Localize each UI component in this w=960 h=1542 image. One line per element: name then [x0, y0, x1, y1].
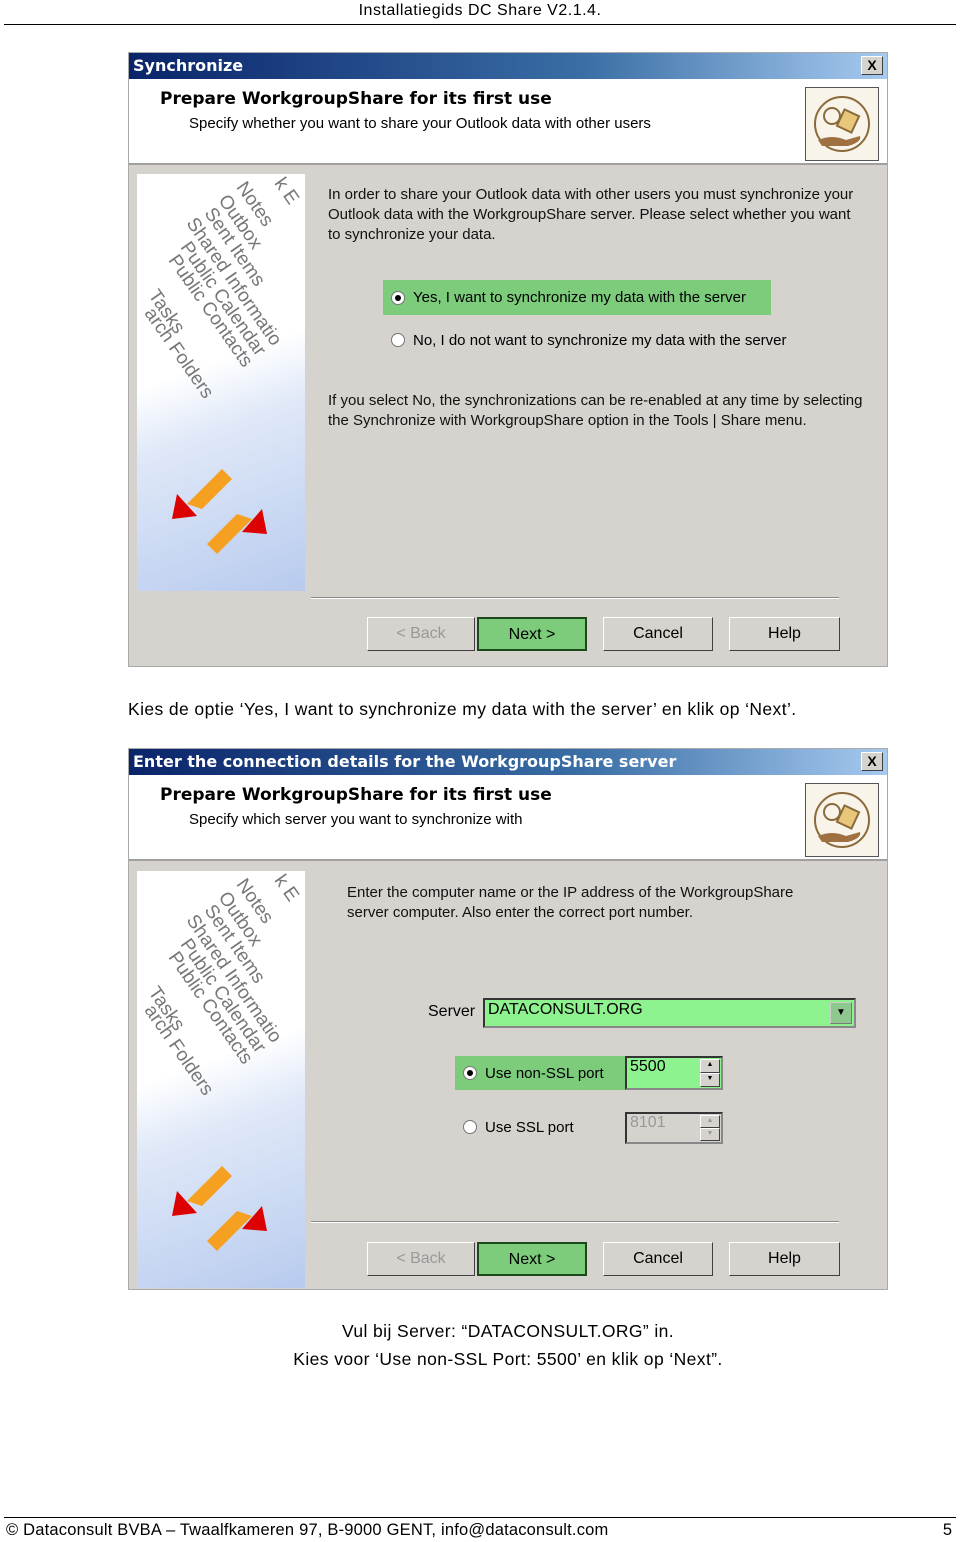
workgroupshare-logo-icon: [805, 87, 879, 161]
close-button[interactable]: X: [861, 752, 883, 771]
wizard-subheading: Specify whether you want to share your O…: [189, 115, 651, 132]
cancel-button[interactable]: Cancel: [603, 617, 713, 651]
server-label: Server: [428, 1003, 476, 1020]
radio-label: Use SSL port: [485, 1118, 574, 1136]
spin-up-icon[interactable]: ▲: [700, 1059, 720, 1073]
connection-details-dialog: Enter the connection details for the Wor…: [128, 748, 888, 1290]
sync-arrows-icon: [167, 454, 277, 569]
radio-label: Use non-SSL port: [485, 1064, 604, 1082]
document-header: Installatiegids DC Share V2.1.4.: [358, 2, 602, 19]
ssl-port-spinner[interactable]: 8101 ▲ ▼: [625, 1112, 723, 1144]
radio-button-selected[interactable]: [391, 290, 405, 305]
page-number: 5: [942, 1521, 952, 1539]
radio-button[interactable]: [391, 333, 405, 347]
intro-text: Enter the computer name or the IP addres…: [347, 884, 794, 921]
next-button[interactable]: Next >: [477, 617, 587, 651]
radio-ssl-port[interactable]: Use SSL port: [455, 1112, 574, 1142]
caption-step2: Vul bij Server: “DATACONSULT.ORG” in.: [341, 1321, 675, 1341]
back-button[interactable]: < Back: [367, 1242, 475, 1276]
radio-button-selected[interactable]: [463, 1066, 477, 1080]
non-ssl-port-spinner[interactable]: 5500 ▲ ▼: [625, 1056, 723, 1090]
help-button[interactable]: Help: [729, 1242, 840, 1276]
spin-down-icon[interactable]: ▼: [700, 1128, 720, 1141]
dialog-title: Enter the connection details for the Wor…: [133, 752, 677, 771]
radio-yes-synchronize[interactable]: Yes, I want to synchronize my data with …: [383, 280, 771, 315]
workgroupshare-logo-icon: [805, 783, 879, 857]
wizard-side-image: k E Notes Outbox Sent Items Shared Infor…: [137, 174, 305, 591]
separator: [311, 597, 839, 599]
next-button[interactable]: Next >: [477, 1242, 587, 1276]
sync-arrows-icon: [167, 1151, 277, 1266]
chevron-down-icon[interactable]: ▼: [830, 1002, 852, 1024]
footer-divider: [4, 1517, 956, 1518]
intro-text: In order to share your Outlook data with…: [328, 186, 854, 243]
folder-label: k E: [269, 871, 303, 906]
help-button[interactable]: Help: [729, 617, 840, 651]
spin-down-icon[interactable]: ▼: [700, 1073, 720, 1087]
title-bar: Synchronize: [129, 53, 887, 79]
spin-up-icon[interactable]: ▲: [700, 1115, 720, 1128]
footer-text: © Dataconsult BVBA – Twaalfkameren 97, B…: [6, 1521, 441, 1539]
radio-no-synchronize[interactable]: No, I do not want to synchronize my data…: [383, 325, 787, 355]
wizard-header: Prepare WorkgroupShare for its first use…: [129, 79, 887, 165]
email-link[interactable]: info@dataconsult.com: [441, 1521, 609, 1539]
wizard-heading: Prepare WorkgroupShare for its first use: [160, 89, 552, 109]
radio-button[interactable]: [463, 1120, 477, 1134]
wizard-side-image: k E Notes Outbox Sent Items Shared Infor…: [137, 871, 305, 1288]
server-combobox[interactable]: DATACONSULT.ORG ▼: [483, 998, 856, 1028]
dialog-title: Synchronize: [133, 56, 244, 75]
radio-label: No, I do not want to synchronize my data…: [413, 331, 787, 349]
wizard-header: Prepare WorkgroupShare for its first use…: [129, 775, 887, 861]
title-bar: Enter the connection details for the Wor…: [129, 749, 887, 775]
wizard-heading: Prepare WorkgroupShare for its first use: [160, 785, 552, 805]
port-value: 8101: [630, 1114, 666, 1131]
synchronize-dialog: Synchronize X Prepare WorkgroupShare for…: [128, 52, 888, 667]
server-value: DATACONSULT.ORG: [488, 1001, 643, 1018]
caption-step1: Kies de optie ‘Yes, I want to synchroniz…: [128, 699, 797, 719]
cancel-button[interactable]: Cancel: [603, 1242, 713, 1276]
folder-label: k E: [269, 174, 303, 209]
radio-label: Yes, I want to synchronize my data with …: [413, 289, 746, 306]
caption-step3: Kies voor ‘Use non-SSL Port: 5500’ en kl…: [293, 1349, 723, 1369]
footer: © Dataconsult BVBA – Twaalfkameren 97, B…: [6, 1521, 608, 1540]
radio-non-ssl-port[interactable]: Use non-SSL port: [455, 1056, 625, 1090]
note-text: If you select No, the synchronizations c…: [328, 392, 863, 429]
separator: [311, 1221, 839, 1223]
back-button[interactable]: < Back: [367, 617, 475, 651]
wizard-subheading: Specify which server you want to synchro…: [189, 811, 523, 828]
close-button[interactable]: X: [861, 56, 883, 75]
port-value: 5500: [630, 1058, 666, 1075]
header-divider: [4, 24, 956, 25]
